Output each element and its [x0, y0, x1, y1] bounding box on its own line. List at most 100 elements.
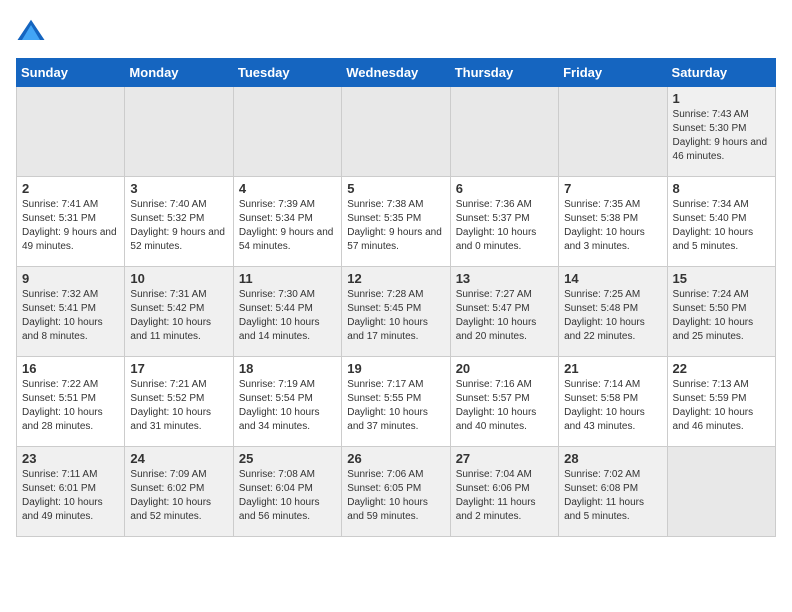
day-number: 9: [22, 271, 119, 286]
day-number: 1: [673, 91, 770, 106]
day-info: Sunrise: 7:21 AM Sunset: 5:52 PM Dayligh…: [130, 378, 227, 434]
day-number: 27: [456, 451, 553, 466]
calendar-cell: 22 Sunrise: 7:13 AM Sunset: 5:59 PM Dayli…: [667, 357, 775, 447]
day-info: Sunrise: 7:16 AM Sunset: 5:57 PM Dayligh…: [456, 378, 553, 434]
weekday-header-monday: Monday: [125, 59, 233, 87]
week-row-2: 2Sunrise: 7:41 AM Sunset: 5:31 PM Daylig…: [17, 177, 776, 267]
day-info: Sunrise: 7:34 AM Sunset: 5:40 PM Dayligh…: [673, 198, 770, 254]
day-info: Sunrise: 7:35 AM Sunset: 5:38 PM Dayligh…: [564, 198, 661, 254]
calendar-cell: 14 Sunrise: 7:25 AM Sunset: 5:48 PM Dayli…: [559, 267, 667, 357]
day-number: 12: [347, 271, 444, 286]
calendar-cell: 26 Sunrise: 7:06 AM Sunset: 6:05 PM Dayli…: [342, 447, 450, 537]
day-info: Sunrise: 7:02 AM Sunset: 6:08 PM Dayligh…: [564, 468, 661, 524]
weekday-header-row: SundayMondayTuesdayWednesdayThursdayFrid…: [17, 59, 776, 87]
logo-icon: [16, 16, 46, 46]
calendar-cell: 16Sunrise: 7:22 AM Sunset: 5:51 PM Dayli…: [17, 357, 125, 447]
calendar-cell: 19Sunrise: 7:17 AM Sunset: 5:55 PM Dayli…: [342, 357, 450, 447]
weekday-header-sunday: Sunday: [17, 59, 125, 87]
day-number: 18: [239, 361, 336, 376]
day-info: Sunrise: 7:36 AM Sunset: 5:37 PM Dayligh…: [456, 198, 553, 254]
day-info: Sunrise: 7:11 AM Sunset: 6:01 PM Dayligh…: [22, 468, 119, 524]
day-number: 15: [673, 271, 770, 286]
calendar-cell: [125, 87, 233, 177]
day-info: Sunrise: 7:06 AM Sunset: 6:05 PM Dayligh…: [347, 468, 444, 524]
week-row-5: 23 Sunrise: 7:11 AM Sunset: 6:01 PM Dayli…: [17, 447, 776, 537]
calendar-cell: 9 Sunrise: 7:32 AM Sunset: 5:41 PM Daylig…: [17, 267, 125, 357]
day-info: Sunrise: 7:27 AM Sunset: 5:47 PM Dayligh…: [456, 288, 553, 344]
day-number: 24: [130, 451, 227, 466]
day-info: Sunrise: 7:09 AM Sunset: 6:02 PM Dayligh…: [130, 468, 227, 524]
weekday-header-friday: Friday: [559, 59, 667, 87]
day-number: 21: [564, 361, 661, 376]
day-info: Sunrise: 7:30 AM Sunset: 5:44 PM Dayligh…: [239, 288, 336, 344]
day-info: Sunrise: 7:08 AM Sunset: 6:04 PM Dayligh…: [239, 468, 336, 524]
page-header: [16, 16, 776, 46]
calendar-cell: 25 Sunrise: 7:08 AM Sunset: 6:04 PM Dayli…: [233, 447, 341, 537]
calendar-cell: 11Sunrise: 7:30 AM Sunset: 5:44 PM Dayli…: [233, 267, 341, 357]
day-number: 28: [564, 451, 661, 466]
day-number: 14: [564, 271, 661, 286]
day-number: 20: [456, 361, 553, 376]
day-info: Sunrise: 7:13 AM Sunset: 5:59 PM Dayligh…: [673, 378, 770, 434]
day-info: Sunrise: 7:32 AM Sunset: 5:41 PM Dayligh…: [22, 288, 119, 344]
week-row-3: 9 Sunrise: 7:32 AM Sunset: 5:41 PM Daylig…: [17, 267, 776, 357]
calendar-cell: [559, 87, 667, 177]
calendar-cell: 10 Sunrise: 7:31 AM Sunset: 5:42 PM Dayli…: [125, 267, 233, 357]
calendar-cell: 1 Sunrise: 7:43 AM Sunset: 5:30 PM Daylig…: [667, 87, 775, 177]
calendar-cell: 4Sunrise: 7:39 AM Sunset: 5:34 PM Daylig…: [233, 177, 341, 267]
calendar-cell: 15 Sunrise: 7:24 AM Sunset: 5:50 PM Dayli…: [667, 267, 775, 357]
day-number: 3: [130, 181, 227, 196]
calendar-cell: [17, 87, 125, 177]
day-info: Sunrise: 7:24 AM Sunset: 5:50 PM Dayligh…: [673, 288, 770, 344]
day-info: Sunrise: 7:38 AM Sunset: 5:35 PM Dayligh…: [347, 198, 444, 254]
calendar-cell: 27 Sunrise: 7:04 AM Sunset: 6:06 PM Dayli…: [450, 447, 558, 537]
calendar-cell: 24 Sunrise: 7:09 AM Sunset: 6:02 PM Dayli…: [125, 447, 233, 537]
calendar-cell: 2Sunrise: 7:41 AM Sunset: 5:31 PM Daylig…: [17, 177, 125, 267]
calendar-cell: 8 Sunrise: 7:34 AM Sunset: 5:40 PM Daylig…: [667, 177, 775, 267]
calendar-table: SundayMondayTuesdayWednesdayThursdayFrid…: [16, 58, 776, 537]
calendar-cell: [342, 87, 450, 177]
day-info: Sunrise: 7:14 AM Sunset: 5:58 PM Dayligh…: [564, 378, 661, 434]
calendar-cell: 23 Sunrise: 7:11 AM Sunset: 6:01 PM Dayli…: [17, 447, 125, 537]
weekday-header-thursday: Thursday: [450, 59, 558, 87]
day-info: Sunrise: 7:41 AM Sunset: 5:31 PM Dayligh…: [22, 198, 119, 254]
calendar-cell: [667, 447, 775, 537]
calendar-cell: 3 Sunrise: 7:40 AM Sunset: 5:32 PM Daylig…: [125, 177, 233, 267]
weekday-header-wednesday: Wednesday: [342, 59, 450, 87]
calendar-cell: 21 Sunrise: 7:14 AM Sunset: 5:58 PM Dayli…: [559, 357, 667, 447]
day-info: Sunrise: 7:22 AM Sunset: 5:51 PM Dayligh…: [22, 378, 119, 434]
calendar-cell: 20 Sunrise: 7:16 AM Sunset: 5:57 PM Dayli…: [450, 357, 558, 447]
calendar-cell: 7 Sunrise: 7:35 AM Sunset: 5:38 PM Daylig…: [559, 177, 667, 267]
day-info: Sunrise: 7:43 AM Sunset: 5:30 PM Dayligh…: [673, 108, 770, 164]
calendar-cell: 12 Sunrise: 7:28 AM Sunset: 5:45 PM Dayli…: [342, 267, 450, 357]
day-info: Sunrise: 7:25 AM Sunset: 5:48 PM Dayligh…: [564, 288, 661, 344]
weekday-header-tuesday: Tuesday: [233, 59, 341, 87]
day-number: 25: [239, 451, 336, 466]
day-number: 7: [564, 181, 661, 196]
calendar-cell: 6 Sunrise: 7:36 AM Sunset: 5:37 PM Daylig…: [450, 177, 558, 267]
day-number: 23: [22, 451, 119, 466]
day-number: 8: [673, 181, 770, 196]
day-info: Sunrise: 7:31 AM Sunset: 5:42 PM Dayligh…: [130, 288, 227, 344]
day-number: 13: [456, 271, 553, 286]
week-row-4: 16Sunrise: 7:22 AM Sunset: 5:51 PM Dayli…: [17, 357, 776, 447]
day-number: 10: [130, 271, 227, 286]
calendar-cell: 5 Sunrise: 7:38 AM Sunset: 5:35 PM Daylig…: [342, 177, 450, 267]
day-number: 5: [347, 181, 444, 196]
calendar-cell: 13 Sunrise: 7:27 AM Sunset: 5:47 PM Dayli…: [450, 267, 558, 357]
calendar-cell: 28 Sunrise: 7:02 AM Sunset: 6:08 PM Dayli…: [559, 447, 667, 537]
logo: [16, 16, 50, 46]
day-info: Sunrise: 7:40 AM Sunset: 5:32 PM Dayligh…: [130, 198, 227, 254]
day-info: Sunrise: 7:28 AM Sunset: 5:45 PM Dayligh…: [347, 288, 444, 344]
calendar-cell: 18 Sunrise: 7:19 AM Sunset: 5:54 PM Dayli…: [233, 357, 341, 447]
day-info: Sunrise: 7:19 AM Sunset: 5:54 PM Dayligh…: [239, 378, 336, 434]
day-number: 26: [347, 451, 444, 466]
day-number: 6: [456, 181, 553, 196]
day-info: Sunrise: 7:04 AM Sunset: 6:06 PM Dayligh…: [456, 468, 553, 524]
day-number: 22: [673, 361, 770, 376]
day-number: 17: [130, 361, 227, 376]
calendar-cell: [233, 87, 341, 177]
day-number: 4: [239, 181, 336, 196]
week-row-1: 1 Sunrise: 7:43 AM Sunset: 5:30 PM Daylig…: [17, 87, 776, 177]
calendar-cell: [450, 87, 558, 177]
